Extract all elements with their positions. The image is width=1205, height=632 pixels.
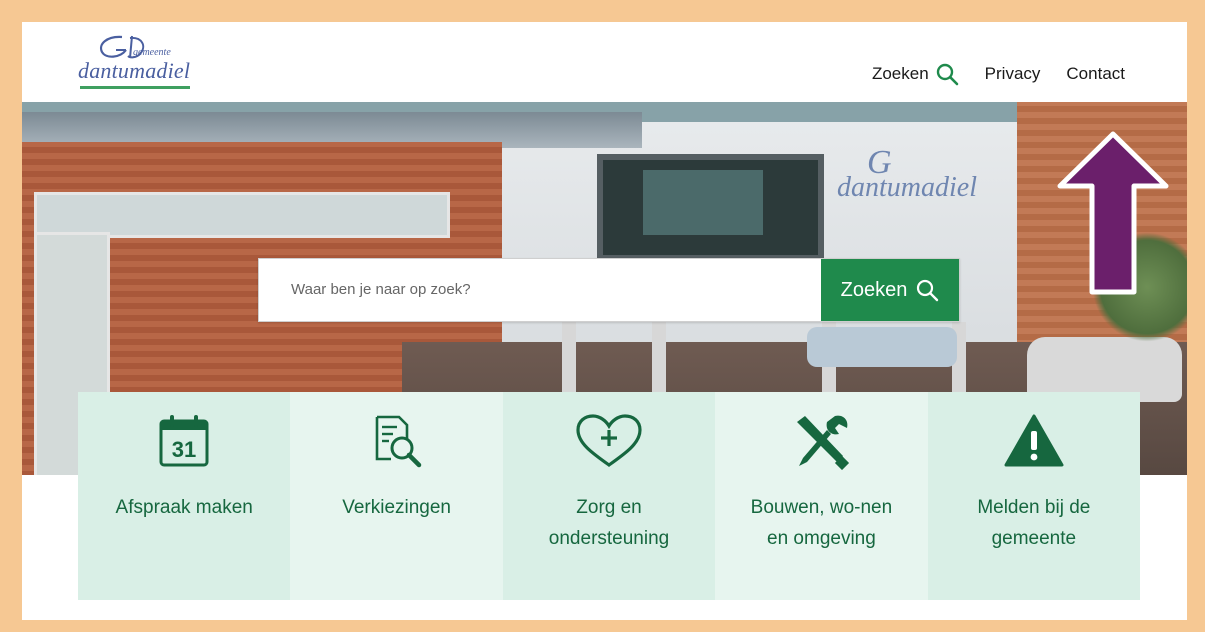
nav-search[interactable]: Zoeken bbox=[872, 62, 959, 86]
document-search-icon bbox=[375, 415, 421, 468]
calendar-icon: 31 bbox=[159, 415, 209, 467]
tile-melden-bij-de-gemeente[interactable]: Melden bij de gemeente bbox=[927, 392, 1141, 600]
tile-label: Bouwen, wo-nen en omgeving bbox=[750, 497, 893, 549]
logo-underline bbox=[80, 86, 190, 89]
tile-icon-wrap bbox=[791, 410, 851, 472]
search-icon bbox=[917, 279, 939, 302]
tile-verkiezingen[interactable]: Verkiezingen bbox=[290, 392, 503, 600]
tile-icon-wrap bbox=[574, 410, 644, 472]
tile-bouwen-wonen-omgeving[interactable]: Bouwen, wo-nen en omgeving bbox=[715, 392, 928, 600]
hero-van bbox=[807, 327, 957, 367]
logo-small-text: gemeente bbox=[133, 47, 171, 58]
nav-contact-label: Contact bbox=[1066, 64, 1125, 83]
hero-big-window bbox=[597, 154, 824, 261]
search-button-label: Zoeken bbox=[840, 278, 908, 301]
tile-label: Zorg en ondersteuning bbox=[548, 497, 670, 549]
tile-afspraak-maken[interactable]: 31 Afspraak maken bbox=[78, 392, 291, 600]
wall-sign: dantumadiel bbox=[837, 172, 977, 203]
search-button[interactable]: Zoeken bbox=[821, 259, 959, 321]
tile-zorg-en-ondersteuning[interactable]: Zorg en ondersteuning bbox=[502, 392, 716, 600]
heart-plus-icon bbox=[576, 414, 642, 467]
tile-icon-wrap bbox=[369, 410, 425, 472]
nav-privacy-label: Privacy bbox=[984, 64, 1041, 83]
site-header: gemeente dantumadiel Zoeken Privacy Cont… bbox=[22, 22, 1187, 102]
quick-links: 31 Afspraak maken Verkiezingen Zorg en o… bbox=[78, 392, 1141, 600]
tile-label: Melden bij de gemeente bbox=[977, 497, 1091, 549]
nav-search-label: Zoeken bbox=[871, 64, 929, 83]
search-bar: Zoeken bbox=[258, 258, 960, 322]
calendar-day: 31 bbox=[172, 437, 196, 462]
search-input[interactable] bbox=[259, 259, 815, 319]
nav-privacy[interactable]: Privacy bbox=[985, 64, 1041, 84]
tools-icon bbox=[797, 415, 850, 470]
tile-label: Afspraak maken bbox=[115, 497, 253, 518]
search-icon bbox=[936, 63, 958, 86]
site-logo[interactable]: gemeente dantumadiel bbox=[78, 34, 218, 90]
warning-icon bbox=[1004, 414, 1064, 467]
tile-label: Verkiezingen bbox=[342, 497, 451, 518]
page: gemeente dantumadiel Zoeken Privacy Cont… bbox=[22, 22, 1187, 620]
top-nav: Zoeken Privacy Contact bbox=[872, 62, 1125, 86]
logo-name: dantumadiel bbox=[78, 58, 191, 83]
tile-icon-wrap: 31 bbox=[157, 410, 211, 472]
up-arrow-icon bbox=[1057, 131, 1169, 295]
tile-icon-wrap bbox=[1003, 410, 1065, 472]
nav-contact[interactable]: Contact bbox=[1066, 64, 1125, 84]
